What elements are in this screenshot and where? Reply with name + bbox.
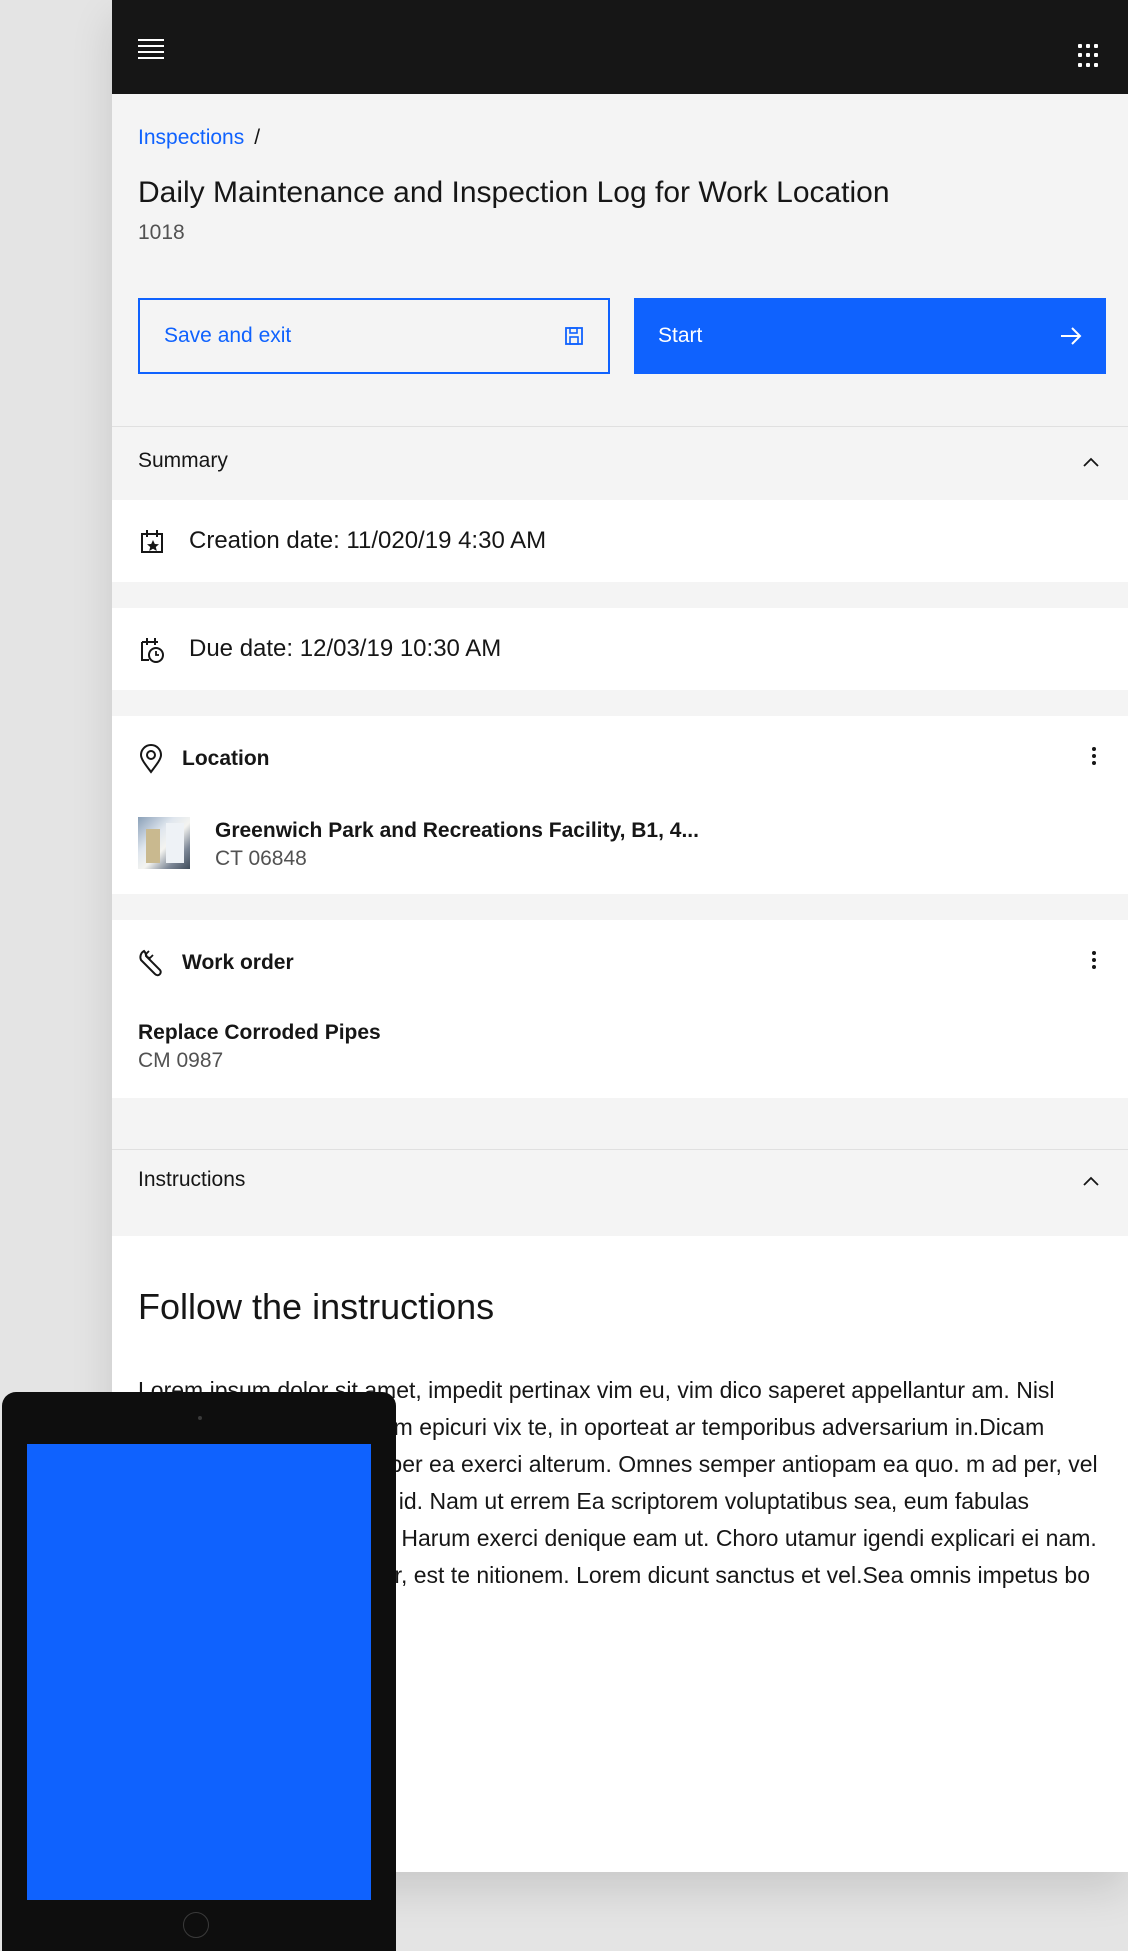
tablet-home-button	[183, 1912, 209, 1938]
instructions-accordion-header[interactable]: Instructions	[112, 1149, 1128, 1236]
save-and-exit-button[interactable]: Save and exit	[138, 298, 610, 374]
app-switcher-icon[interactable]	[1078, 44, 1102, 68]
save-and-exit-label: Save and exit	[164, 324, 292, 347]
location-name[interactable]: Greenwich Park and Recreations Facility,…	[215, 819, 699, 843]
instructions-title: Follow the instructions	[138, 1286, 495, 1327]
location-pin-icon	[138, 744, 164, 779]
creation-date-row: Creation date: 11/020/19 4:30 AM	[112, 500, 1128, 582]
summary-accordion-header[interactable]: Summary	[112, 426, 1128, 500]
creation-date-text: Creation date: 11/020/19 4:30 AM	[189, 527, 547, 554]
chevron-up-icon[interactable]	[1082, 455, 1100, 473]
work-order-heading: Work order	[182, 951, 294, 974]
start-button[interactable]: Start	[634, 298, 1106, 374]
tablet-device	[2, 1392, 396, 1951]
due-date-text: Due date: 12/03/19 10:30 AM	[189, 635, 502, 662]
work-order-code: CM 0987	[138, 1049, 224, 1072]
calendar-star-icon	[138, 528, 166, 561]
tablet-camera	[198, 1416, 202, 1420]
due-date-row: Due date: 12/03/19 10:30 AM	[112, 608, 1128, 690]
arrow-right-icon	[1060, 327, 1082, 345]
location-overflow-menu-icon[interactable]	[1086, 744, 1102, 772]
chevron-up-icon[interactable]	[1082, 1174, 1100, 1192]
wrench-icon	[138, 948, 168, 983]
page-id: 1018	[138, 221, 185, 244]
hamburger-menu-icon[interactable]	[136, 35, 166, 61]
top-header-bar	[112, 0, 1128, 94]
breadcrumb-link-inspections[interactable]: Inspections	[138, 126, 244, 149]
save-icon	[564, 326, 584, 346]
location-code: CT 06848	[215, 847, 307, 870]
tablet-screen	[27, 1444, 371, 1900]
page-title: Daily Maintenance and Inspection Log for…	[138, 176, 890, 209]
calendar-clock-icon	[138, 636, 166, 669]
start-label: Start	[658, 324, 703, 347]
work-order-card: Work order Replace Corroded Pipes CM 098…	[112, 920, 1128, 1098]
instructions-label: Instructions	[138, 1168, 246, 1191]
summary-label: Summary	[138, 449, 228, 472]
work-order-name[interactable]: Replace Corroded Pipes	[138, 1021, 381, 1045]
work-order-overflow-menu-icon[interactable]	[1086, 948, 1102, 976]
breadcrumb-separator: /	[254, 126, 261, 149]
location-card: Location Greenwich Park and Recreations …	[112, 716, 1128, 894]
location-heading: Location	[182, 747, 270, 770]
location-thumbnail	[138, 817, 190, 869]
breadcrumb: Inspections /	[138, 126, 260, 150]
